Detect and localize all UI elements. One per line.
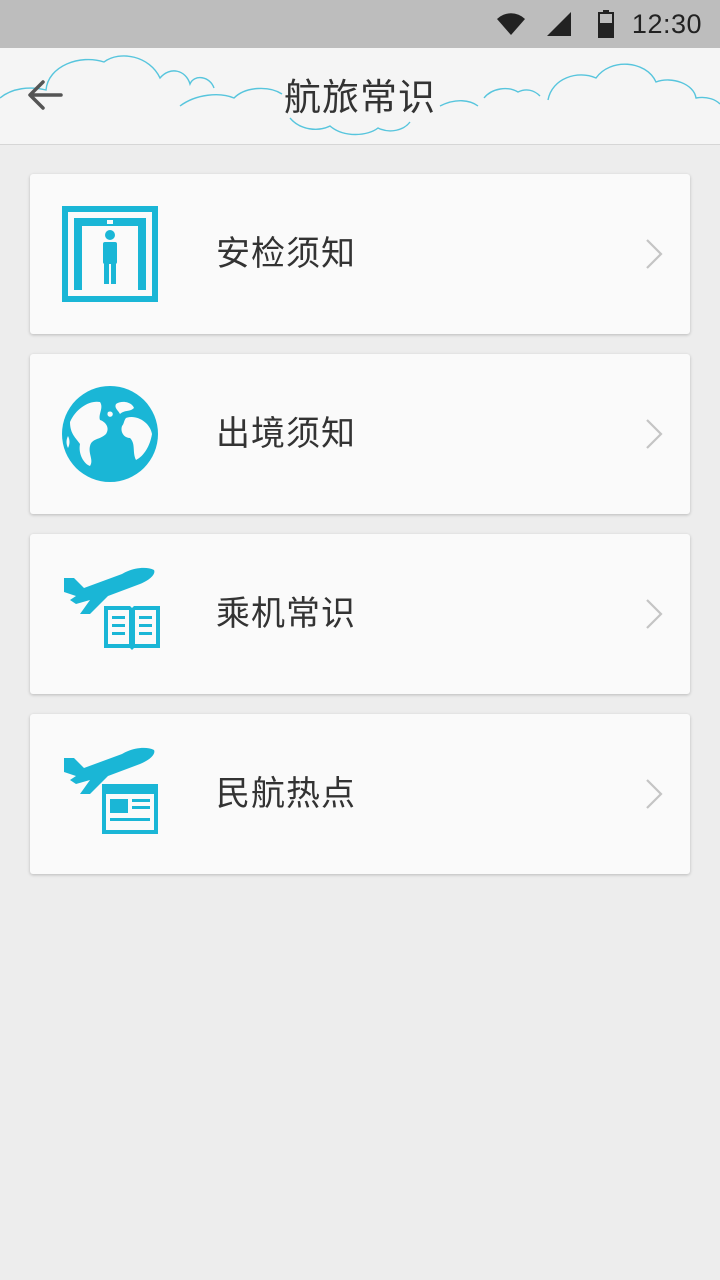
status-bar: 12:30 [0, 0, 720, 48]
menu-item-label: 安检须知 [216, 234, 356, 274]
chevron-right-icon [646, 599, 663, 629]
header-bar: 航旅常识 [0, 48, 720, 145]
globe-icon [60, 384, 160, 484]
menu-item-aviation-news[interactable]: 民航热点 [30, 714, 690, 874]
chevron-right-icon [646, 419, 663, 449]
status-time: 12:30 [631, 8, 702, 39]
security-gate-icon [60, 204, 160, 304]
chevron-right-icon [646, 239, 663, 269]
plane-news-icon [60, 744, 160, 844]
wifi-icon [496, 12, 526, 36]
menu-item-label: 出境须知 [216, 414, 356, 454]
battery-icon [597, 10, 614, 38]
menu-list: 安检须知 出境须知 乘机常识 民航热点 [30, 174, 690, 894]
page-title: 航旅常识 [284, 76, 436, 119]
menu-item-label: 乘机常识 [216, 594, 356, 634]
menu-item-security[interactable]: 安检须知 [30, 174, 690, 334]
menu-item-exit[interactable]: 出境须知 [30, 354, 690, 514]
chevron-right-icon [646, 779, 663, 809]
plane-book-icon [60, 564, 160, 664]
signal-icon [546, 11, 572, 37]
menu-item-label: 民航热点 [216, 774, 356, 814]
status-icons: 12:30 [496, 0, 702, 48]
menu-item-flying-tips[interactable]: 乘机常识 [30, 534, 690, 694]
